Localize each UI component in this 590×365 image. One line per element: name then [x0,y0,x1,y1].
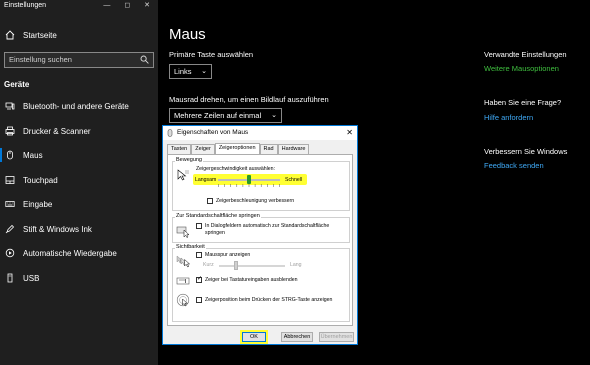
tab-rad[interactable]: Rad [259,144,278,154]
sidebar: Einstellungen — ◻ ✕ Startseite Einstellu… [0,0,158,365]
tab-zeiger[interactable]: Zeiger [191,144,215,154]
hide-pointer-checkbox[interactable] [196,275,202,283]
tab-zeigeroptionen[interactable]: Zeigeroptionen [214,143,260,154]
related-settings-heading: Verwandte Einstellungen [484,50,567,59]
sidebar-item-home[interactable]: Startseite [0,25,158,45]
trails-slider-track[interactable] [219,265,285,267]
sidebar-item-eingabe[interactable]: Eingabe [0,194,158,214]
sidebar-item-label: Bluetooth- und andere Geräte [23,101,129,111]
mouse-icon [166,129,174,137]
speed-slider-ticks [218,184,280,187]
slow-label: Langsam [195,177,217,183]
bluetooth-icon [5,101,15,111]
sidebar-group-label: Geräte [4,80,30,89]
more-mouse-options-link[interactable]: Weitere Mausoptionen [484,64,559,73]
apply-button[interactable]: Übernehmen [319,332,354,342]
primary-button-label: Primäre Taste auswählen [169,50,254,59]
sidebar-item-label: Drucker & Scanner [23,126,91,136]
mouse-icon [5,150,15,160]
dialog-title: Eigenschaften von Maus [177,129,249,136]
sidebar-item-touchpad[interactable]: Touchpad [0,170,158,190]
hide-pointer-icon [176,277,190,285]
sidebar-item-label: USB [23,273,40,283]
snap-group: Zur Standardschaltfläche springen In Dia… [172,213,350,243]
question-heading: Haben Sie eine Frage? [484,98,562,107]
precision-checkbox[interactable] [207,198,213,204]
snap-checkbox[interactable] [196,223,202,229]
touchpad-icon [5,175,15,185]
sidebar-item-label: Automatische Wiedergabe [23,248,117,258]
page-title: Maus [169,26,206,43]
primary-button-dropdown[interactable]: Links ⌄ [169,64,212,79]
sidebar-item-label: Maus [23,150,43,160]
pen-icon [5,224,15,234]
ctrl-locate-checkbox[interactable] [196,297,202,303]
speed-slider-thumb[interactable] [247,175,251,184]
cancel-button[interactable]: Abbrechen [281,332,313,342]
snap-to-icon [176,226,190,238]
dialog-titlebar: Eigenschaften von Maus ✕ [163,126,357,140]
usb-icon [5,273,15,283]
speed-label: Zeigergeschwindigkeit auswählen: [196,166,276,172]
chevron-down-icon: ⌄ [201,68,207,75]
sidebar-item-autoplay[interactable]: Automatische Wiedergabe [0,243,158,263]
search-input[interactable]: Einstellung suchen [4,52,154,68]
keyboard-icon [5,199,15,209]
search-icon[interactable] [140,55,149,64]
autoplay-icon [5,248,15,258]
primary-button-value: Links [174,67,192,76]
pointer-speed-icon [177,169,189,181]
search-placeholder: Einstellung suchen [9,55,72,64]
sidebar-item-stift[interactable]: Stift & Windows Ink [0,219,158,239]
close-icon[interactable]: ✕ [346,126,353,140]
app-title: Einstellungen [4,2,47,9]
motion-group-title: Bewegung [175,157,203,163]
trails-long-label: Lang [290,262,302,268]
dialog-tabs: Tasten Zeiger Zeigeroptionen Rad Hardwar… [167,143,310,154]
trails-short-label: Kurz [203,262,214,268]
tab-panel: Bewegung Zeigergeschwindigkeit auswählen… [167,154,353,326]
trails-slider-thumb[interactable] [234,261,238,270]
ok-button[interactable]: OK [242,332,266,342]
ctrl-locate-icon [176,293,190,307]
visibility-group: Sichtbarkeit Mausspur anzeigen Kurz Lang… [172,244,350,322]
visibility-group-title: Sichtbarkeit [175,244,206,250]
tab-tasten[interactable]: Tasten [167,144,192,154]
precision-label: Zeigerbeschleunigung verbessern [216,198,295,204]
tab-hardware[interactable]: Hardware [277,144,310,154]
window-controls[interactable]: — ◻ ✕ [103,1,156,9]
hide-pointer-label: Zeiger bei Tastatureingaben ausblenden [205,277,298,283]
chevron-down-icon: ⌄ [271,112,277,119]
sidebar-item-bluetooth[interactable]: Bluetooth- und andere Geräte [0,96,158,116]
sidebar-item-printers[interactable]: Drucker & Scanner [0,121,158,141]
fast-label: Schnell [285,177,303,183]
motion-group: Bewegung Zeigergeschwindigkeit auswählen… [172,157,350,211]
trails-icon [176,255,190,268]
sidebar-item-label: Startseite [23,30,57,40]
trails-label: Mausspur anzeigen [205,252,251,258]
trails-checkbox[interactable] [196,252,202,258]
sidebar-item-label: Touchpad [23,175,58,185]
wheel-value: Mehrere Zeilen auf einmal [174,111,262,120]
home-icon [5,30,15,40]
sidebar-item-label: Stift & Windows Ink [23,224,92,234]
get-help-link[interactable]: Hilfe anfordern [484,113,533,122]
feedback-link[interactable]: Feedback senden [484,161,544,170]
snap-label-line2: springen [205,230,225,236]
wheel-dropdown[interactable]: Mehrere Zeilen auf einmal ⌄ [169,108,282,123]
snap-group-title: Zur Standardschaltfläche springen [175,213,261,219]
mouse-properties-dialog: Eigenschaften von Maus ✕ Tasten Zeiger Z… [162,125,358,345]
improve-heading: Verbessern Sie Windows [484,147,568,156]
sidebar-item-label: Eingabe [23,199,53,209]
wheel-label: Mausrad drehen, um einen Bildlauf auszuf… [169,95,329,104]
printer-icon [5,126,15,136]
snap-label-line1: In Dialogfeldern automatisch zur Standar… [205,223,330,229]
sidebar-item-usb[interactable]: USB [0,268,158,288]
ctrl-locate-label: Zeigerposition beim Drücken der STRG-Tas… [205,297,333,303]
sidebar-item-maus[interactable]: Maus [0,145,158,165]
